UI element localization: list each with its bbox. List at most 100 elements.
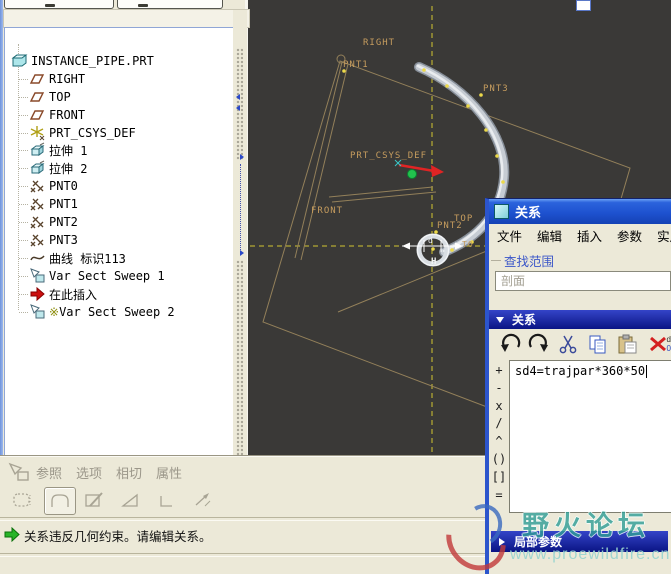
- menu-insert[interactable]: 插入: [577, 226, 602, 245]
- switch-dimensions-icon[interactable]: d1↕ 0.0: [663, 331, 671, 357]
- tree-item-extrude-1[interactable]: 拉伸 1: [19, 141, 87, 159]
- datum-point-icon: [29, 178, 46, 194]
- dialog-icon: [494, 204, 509, 219]
- dialog-titlebar[interactable]: 关系: [489, 199, 671, 224]
- cut-icon[interactable]: [555, 331, 581, 357]
- menu-parameters[interactable]: 参数: [617, 226, 642, 245]
- collapse-left-icon[interactable]: [236, 105, 240, 111]
- insert-here-icon: [29, 286, 46, 302]
- toolbar-scroll-stub[interactable]: [576, 0, 591, 11]
- relation-expression[interactable]: sd4=trajpar*360*50: [515, 364, 645, 378]
- tree-item-label: PNT2: [49, 215, 78, 229]
- dim-text-d[interactable]: d: [428, 236, 434, 245]
- op-parens-button[interactable]: (): [490, 452, 508, 468]
- tree-item-part-root[interactable]: INSTANCE_PIPE.PRT: [11, 52, 154, 70]
- tree-item-extrude-2[interactable]: 拉伸 2: [19, 159, 87, 177]
- direction-button[interactable]: [188, 487, 218, 513]
- tree-item-label: 拉伸 2: [49, 161, 88, 176]
- tree-item-pnt1[interactable]: PNT1: [19, 195, 78, 213]
- remove-material-button[interactable]: [116, 487, 146, 513]
- tree-item-label: 拉伸 1: [49, 143, 88, 158]
- find-scope-group: 查找范围: [491, 251, 554, 270]
- expand-right-icon[interactable]: [240, 250, 244, 256]
- op-divide-button[interactable]: /: [490, 416, 508, 432]
- op-power-button[interactable]: ^: [490, 434, 508, 450]
- op-multiply-button[interactable]: x: [490, 399, 508, 415]
- tab-options[interactable]: 选项: [76, 463, 102, 482]
- paste-icon[interactable]: [615, 331, 641, 357]
- op-equals-button[interactable]: =: [490, 488, 508, 504]
- tree-item-pnt2[interactable]: PNT2: [19, 213, 78, 231]
- tree-item-label: FRONT: [49, 108, 86, 122]
- tree-item-csys[interactable]: PRT_CSYS_DEF: [19, 124, 136, 142]
- tree-item-top[interactable]: TOP: [19, 88, 71, 106]
- tree-item-front[interactable]: FRONT: [19, 106, 85, 124]
- redo-icon[interactable]: [526, 331, 552, 357]
- tree-item-var-sect-sweep-2[interactable]: ※ Var Sect Sweep 2: [19, 303, 175, 321]
- datum-label-front[interactable]: FRONT: [311, 206, 343, 216]
- op-plus-button[interactable]: +: [490, 363, 508, 379]
- csys-label[interactable]: PRT_CSYS_DEF: [350, 151, 427, 161]
- copy-icon[interactable]: [585, 331, 611, 357]
- tab-references[interactable]: 参照: [36, 463, 62, 482]
- tree-item-label: PRT_CSYS_DEF: [49, 126, 136, 140]
- extrude-icon: [29, 160, 46, 176]
- section-solid-button[interactable]: [8, 487, 38, 513]
- collapse-left-icon[interactable]: [236, 94, 240, 100]
- tree-item-curve[interactable]: 曲线 标识113: [19, 249, 126, 267]
- sweep-dashboard: 参照 选项 相切 属性 关系违反几何约束。请编辑关系。: [0, 455, 486, 574]
- local-parameters-label: 局部参数: [514, 535, 563, 549]
- point-label-pnt2[interactable]: PNT2: [437, 221, 463, 231]
- top-toolbar-button-1[interactable]: [4, 0, 114, 9]
- expand-right-icon[interactable]: [240, 154, 244, 160]
- tab-tangency[interactable]: 相切: [116, 463, 142, 482]
- panel-splitter[interactable]: [233, 10, 247, 456]
- tree-item-pnt0[interactable]: PNT0: [19, 177, 78, 195]
- app-window: INSTANCE_PIPE.PRT RIGHT TOP FRONT PRT_CS…: [0, 0, 671, 574]
- op-minus-button[interactable]: -: [490, 381, 508, 397]
- tree-item-pnt3[interactable]: PNT3: [19, 231, 78, 249]
- tree-item-label: 曲线 标识113: [49, 251, 126, 266]
- splitter-grip[interactable]: [236, 48, 243, 160]
- button-icon-fragment: [138, 4, 148, 7]
- sweep-icon: [29, 268, 46, 284]
- point-label-pnt1[interactable]: PNT1: [343, 60, 369, 70]
- local-parameters-header[interactable]: 局部参数: [491, 531, 668, 552]
- top-toolbar-button-2[interactable]: [117, 0, 223, 9]
- csys-icon: [29, 125, 46, 141]
- dim-arrow-left: [402, 242, 410, 250]
- divider: [0, 517, 486, 521]
- dashboard-tabs: 参照 选项 相切 属性: [36, 463, 182, 482]
- tab-properties[interactable]: 属性: [156, 463, 182, 482]
- toolbar-dock-strip: [3, 9, 250, 28]
- tree-item-insert-here[interactable]: 在此插入: [19, 285, 97, 303]
- part-icon: [11, 53, 28, 69]
- menu-edit[interactable]: 编辑: [537, 226, 562, 245]
- section-surface-button[interactable]: [44, 487, 76, 515]
- splitter-track: [240, 164, 242, 250]
- sketch-edit-button[interactable]: [80, 487, 110, 513]
- relation-editor[interactable]: sd4=trajpar*360*50: [509, 360, 671, 513]
- undo-icon[interactable]: [497, 331, 523, 357]
- scope-combobox[interactable]: 剖面: [495, 271, 671, 291]
- tree-item-label: PNT1: [49, 197, 78, 211]
- datum-label-right[interactable]: RIGHT: [363, 38, 395, 48]
- menu-utilities[interactable]: 实用工具: [657, 226, 671, 245]
- point-label-pnt3[interactable]: PNT3: [483, 84, 509, 94]
- op-brackets-button[interactable]: []: [490, 470, 508, 486]
- group-line: [491, 260, 501, 261]
- thicken-button[interactable]: [152, 487, 182, 513]
- dim-text-h[interactable]: H: [431, 257, 437, 267]
- tree-item-var-sect-sweep-1[interactable]: Var Sect Sweep 1: [19, 267, 165, 285]
- tree-item-right[interactable]: RIGHT: [19, 70, 85, 88]
- tree-item-label: PNT0: [49, 179, 78, 193]
- splitter-grip[interactable]: [236, 260, 243, 456]
- tree-item-label: Var Sect Sweep 1: [49, 269, 165, 283]
- csys-triad[interactable]: [394, 159, 444, 179]
- relations-dialog: 关系 文件 编辑 插入 参数 实用工具 查找范围 剖面 关系: [485, 198, 671, 574]
- tree-item-label: RIGHT: [49, 72, 86, 86]
- menu-file[interactable]: 文件: [497, 226, 522, 245]
- relations-section-header[interactable]: 关系: [489, 310, 671, 329]
- button-icon-fragment: [45, 4, 55, 7]
- tree-item-label: INSTANCE_PIPE.PRT: [31, 54, 154, 68]
